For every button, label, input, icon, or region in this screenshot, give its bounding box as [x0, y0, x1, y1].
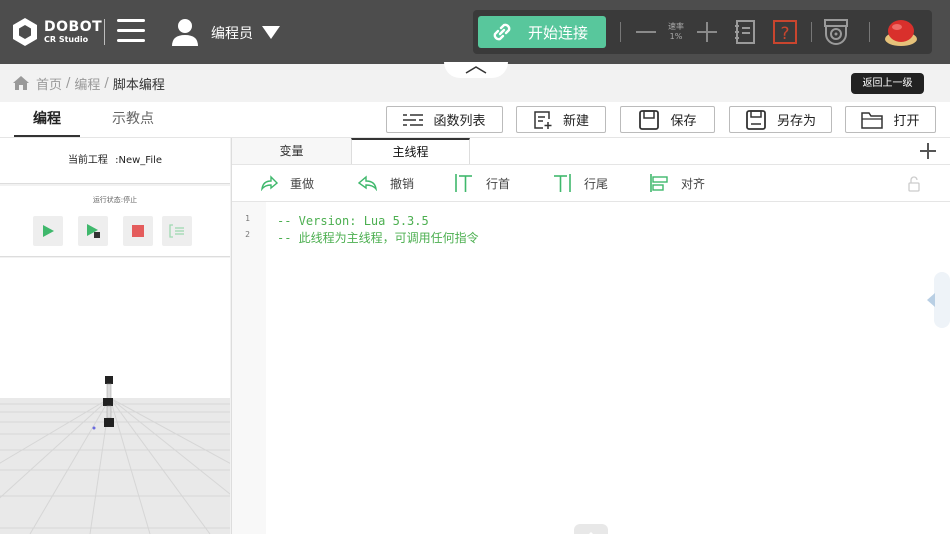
step-run-button[interactable]	[78, 216, 108, 246]
home-icon[interactable]	[12, 75, 30, 91]
link-icon	[493, 23, 511, 41]
list-icon	[403, 113, 424, 126]
user-name[interactable]: 编程员	[211, 23, 253, 43]
divider	[811, 22, 812, 42]
tab-teach-points[interactable]: 示教点	[100, 102, 166, 137]
run-button[interactable]	[33, 216, 63, 246]
line-end-icon	[554, 174, 571, 192]
save-button[interactable]: 保存	[620, 106, 715, 133]
product-name: CR Studio	[44, 35, 89, 44]
brand-name: DOBOT	[44, 19, 103, 35]
line-number: 2	[245, 230, 250, 239]
line-gutter: 1 2	[232, 202, 266, 534]
dobot-logo: DOBOT CR Studio	[12, 17, 102, 47]
bottom-panel-handle[interactable]	[574, 524, 608, 534]
save-icon	[639, 109, 660, 130]
play-icon	[43, 225, 54, 237]
code-line[interactable]: -- 此线程为主线程，可调用任何指令	[277, 229, 479, 246]
chevron-down-icon[interactable]	[261, 24, 281, 40]
breadcrumb-home[interactable]: 首页	[36, 74, 62, 93]
breadcrumb-current: 脚本编程	[112, 77, 165, 93]
stop-icon	[132, 225, 144, 237]
svg-text:?: ?	[780, 24, 789, 44]
breadcrumb: 首页 / 编程 / 脚本编程	[12, 74, 165, 93]
stop-button[interactable]	[123, 216, 153, 246]
run-controls: 运行状态:停止	[0, 186, 230, 257]
tab-variables[interactable]: 变量	[232, 138, 351, 164]
connect-button[interactable]: 开始连接	[478, 16, 606, 48]
user-avatar-icon[interactable]	[171, 17, 199, 47]
robot-3d-view[interactable]	[0, 258, 230, 534]
tab-main-thread[interactable]: 主线程	[351, 138, 470, 164]
debug-list-icon	[169, 224, 184, 238]
divider	[104, 19, 105, 45]
camera-icon[interactable]	[822, 18, 850, 46]
side-panel-handle-icon[interactable]	[924, 272, 950, 328]
chevron-up-icon	[465, 66, 487, 74]
run-status: 运行状态:停止	[92, 196, 138, 204]
tab-programming[interactable]: 编程	[14, 102, 80, 137]
project-label: 当前工程	[67, 155, 108, 166]
divider	[620, 22, 621, 42]
connect-label: 开始连接	[528, 23, 589, 42]
new-button[interactable]: 新建	[516, 106, 606, 133]
add-thread-icon[interactable]	[918, 141, 938, 161]
project-name: :New_File	[115, 155, 163, 166]
redo-icon	[261, 175, 278, 191]
script-editor: 变量 主线程 重做 撤销 行首 行尾 对齐 1 2 -- Version: Lu…	[231, 138, 950, 534]
robot-arm-model	[92, 376, 114, 430]
speed-increase-button[interactable]	[697, 22, 717, 42]
line-end-button[interactable]: 行尾	[552, 165, 608, 201]
save-as-icon	[746, 109, 766, 130]
back-button[interactable]: 返回上一级	[851, 73, 924, 94]
notebook-icon[interactable]	[734, 19, 756, 45]
line-number: 1	[245, 214, 250, 223]
breadcrumb-programming[interactable]: 编程	[74, 74, 100, 93]
divider	[869, 22, 870, 42]
top-bar: DOBOT CR Studio 编程员 开始连接 速率 1% ?	[0, 0, 950, 64]
align-left-icon	[650, 174, 668, 192]
debug-button[interactable]	[162, 216, 192, 246]
speed-readout: 速率 1%	[668, 22, 684, 41]
collapse-header-button[interactable]	[444, 62, 508, 78]
step-play-icon	[87, 224, 100, 238]
alarm-help-icon[interactable]: ?	[772, 19, 798, 45]
hexagon-logo-icon	[13, 18, 37, 46]
code-line[interactable]: -- Version: Lua 5.3.5	[277, 214, 429, 228]
redo-button[interactable]: 重做	[260, 165, 314, 201]
hamburger-menu-icon[interactable]	[117, 19, 145, 45]
save-as-button[interactable]: 另存为	[729, 106, 832, 133]
function-list-button[interactable]: 函数列表	[386, 106, 503, 133]
line-start-button[interactable]: 行首	[454, 165, 510, 201]
undo-button[interactable]: 撤销	[358, 165, 414, 201]
current-project: 当前工程 :New_File	[0, 138, 230, 184]
chevron-up-icon	[589, 532, 593, 534]
lock-icon[interactable]	[907, 176, 921, 192]
emergency-stop-icon[interactable]	[884, 17, 918, 47]
edit-toolbar: 重做 撤销 行首 行尾 对齐	[232, 164, 950, 202]
speed-decrease-button[interactable]	[636, 31, 656, 33]
folder-icon	[861, 111, 884, 129]
undo-icon	[358, 175, 377, 191]
new-file-icon	[534, 110, 552, 129]
open-button[interactable]: 打开	[845, 106, 936, 133]
align-button[interactable]: 对齐	[649, 165, 705, 201]
line-start-icon	[455, 174, 472, 192]
